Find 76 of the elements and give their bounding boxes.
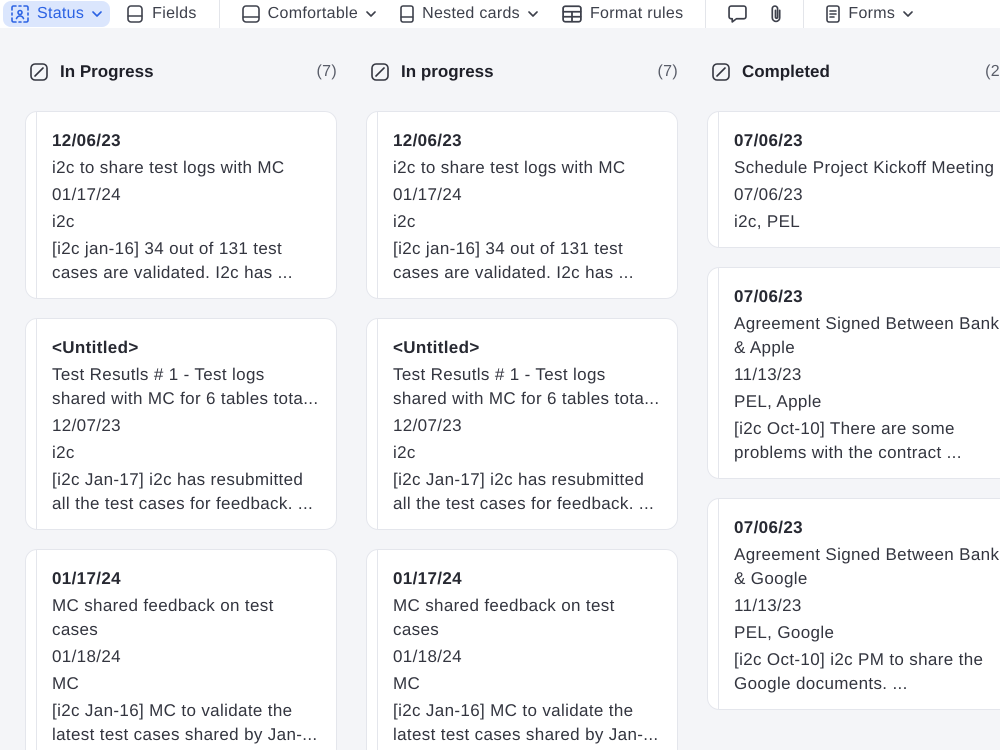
card-text: [i2c Jan-16] MC to validate the latest test cases shared by Jan-...	[52, 700, 318, 746]
card-text: 01/17/24	[393, 184, 463, 206]
card-text: [i2c Jan-17] i2c has resubmitted all the test cases for feedback. ...	[52, 469, 314, 515]
toolbar-button[interactable]: Fields	[118, 1, 205, 27]
card-text: PEL, Apple	[734, 391, 823, 413]
card-text: 01/18/24	[52, 646, 122, 668]
card-title: 01/17/24	[393, 568, 463, 590]
card-text: PEL, Google	[734, 622, 836, 644]
card-text: Test Resutls # 1 - Test logs shared with MC for 6 tables tota...	[393, 364, 660, 410]
slashed-square-icon	[30, 63, 48, 81]
card-count: (2	[985, 62, 1000, 82]
frame-icon	[11, 5, 29, 23]
card-text: 07/06/23	[734, 184, 804, 206]
card-text: 01/18/24	[393, 646, 463, 668]
card[interactable]: 07/06/23 Agreement Signed Between Bank & Apple 11/13/23 PEL, Apple [i2c Oct-10] There are some problems with the contract ...	[707, 267, 1000, 479]
card[interactable]: 12/06/23 i2c to share test logs with MC 01/17/24 i2c [i2c jan-16] 34 out of 131 test cases are validated. I2c has ...	[25, 111, 337, 299]
card-count: (7)	[316, 62, 337, 82]
card-text: [i2c Jan-17] i2c has resubmitted all the test cases for feedback. ...	[393, 469, 656, 515]
card-text: 01/17/24	[52, 184, 122, 206]
comment-icon	[728, 5, 748, 23]
card-text: Schedule Project Kickoff Meeting	[734, 157, 996, 179]
card-text: Test Resutls # 1 - Test logs shared with MC for 6 tables tota...	[52, 364, 320, 410]
toolbar-button[interactable]: Comfortable	[234, 1, 384, 27]
panel-icon	[126, 5, 144, 23]
card[interactable]: <Untitled> Test Resutls # 1 - Test logs shared with MC for 6 tables tota... 12/07/23 i2c [i2c Jan-17] i2c has resubmitted all the test cases for feedback. ...	[25, 318, 337, 530]
card-title: <Untitled>	[52, 337, 140, 359]
card-title: 12/06/23	[52, 130, 122, 152]
card-text: MC shared feedback on test cases	[52, 595, 275, 641]
card[interactable]: 07/06/23 Schedule Project Kickoff Meeting 07/06/23 i2c, PEL	[707, 111, 1000, 248]
toolbar-button[interactable]: Format rules	[554, 1, 692, 27]
column-title: In progress	[401, 61, 494, 84]
card-text: i2c	[393, 442, 417, 464]
card-text: i2c, PEL	[734, 211, 802, 233]
card-text: i2c	[52, 211, 76, 233]
slashed-square-icon	[712, 63, 730, 81]
card-text: [i2c Oct-10] i2c PM to share the Google documents. ...	[734, 649, 984, 695]
card-title: 07/06/23	[734, 130, 804, 152]
card-text: i2c to share test logs with MC	[52, 157, 286, 179]
card[interactable]: 12/06/23 i2c to share test logs with MC 01/17/24 i2c [i2c jan-16] 34 out of 131 test cases are validated. I2c has ...	[366, 111, 678, 299]
card-text: [i2c Jan-16] MC to validate the latest test cases shared by Jan-...	[393, 700, 660, 746]
column-title: Completed	[742, 61, 830, 84]
card-text: MC	[393, 673, 422, 695]
card-title: 07/06/23	[734, 517, 804, 539]
layout-icon	[242, 5, 260, 23]
card[interactable]: 01/17/24 MC shared feedback on test cases 01/18/24 MC [i2c Jan-16] MC to validate the latest test cases shared by Jan-...	[366, 549, 678, 750]
card-text: MC	[52, 673, 80, 695]
card-text: [i2c jan-16] 34 out of 131 test cases are validated. I2c has ...	[52, 238, 294, 284]
card-title: 12/06/23	[393, 130, 463, 152]
card-text: 11/13/23	[734, 364, 803, 386]
card-text: 12/07/23	[393, 415, 463, 437]
card-text: [i2c Oct-10] There are some problems with the contract ...	[734, 418, 963, 464]
card-text: i2c to share test logs with MC	[393, 157, 627, 179]
card-text: 12/07/23	[52, 415, 122, 437]
toolbar-button[interactable]: Nested cards	[392, 1, 546, 27]
document-icon	[826, 5, 840, 23]
card[interactable]: 01/17/24 MC shared feedback on test cases 01/18/24 MC [i2c Jan-16] MC to validate the latest test cases shared by Jan-...	[25, 549, 337, 750]
toolbar-button[interactable]: Forms	[818, 1, 922, 27]
card[interactable]: <Untitled> Test Resutls # 1 - Test logs shared with MC for 6 tables tota... 12/07/23 i2c [i2c Jan-17] i2c has resubmitted all the test cases for feedback. ...	[366, 318, 678, 530]
table-icon	[562, 5, 582, 23]
card-text: Agreement Signed Between Bank & Apple	[734, 313, 1000, 359]
paperclip-icon	[771, 5, 782, 23]
column-title: In Progress	[60, 61, 154, 84]
toolbar-button[interactable]: Status	[3, 1, 110, 27]
card-text: Agreement Signed Between Bank & Google	[734, 544, 1000, 590]
card-icon	[400, 5, 414, 23]
card-text: i2c	[52, 442, 76, 464]
card-title: 07/06/23	[734, 286, 804, 308]
card-title: <Untitled>	[393, 337, 481, 359]
card-title: 01/17/24	[52, 568, 122, 590]
card-count: (7)	[658, 62, 678, 82]
card-text: [i2c jan-16] 34 out of 131 test cases are validated. I2c has ...	[393, 238, 635, 284]
slashed-square-icon	[371, 63, 389, 81]
card-text: i2c	[393, 211, 417, 233]
card-text: MC shared feedback on test cases	[393, 595, 616, 641]
card-text: 11/13/23	[734, 595, 803, 617]
card[interactable]: 07/06/23 Agreement Signed Between Bank & Google 11/13/23 PEL, Google [i2c Oct-10] i2c PM to share the Google documents. ...	[707, 498, 1000, 710]
